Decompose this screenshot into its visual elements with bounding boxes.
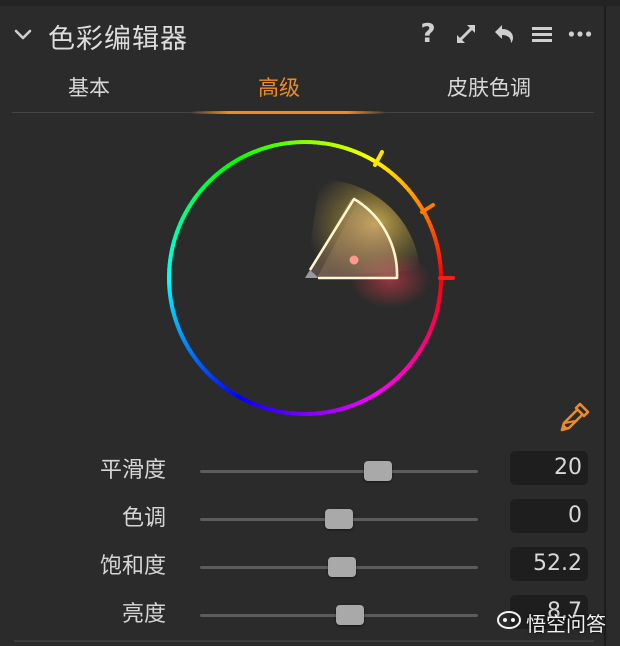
saturation-label: 饱和度: [99, 554, 166, 579]
watermark-text: 悟空问答: [526, 612, 606, 636]
tab-advanced[interactable]: 高级: [258, 72, 300, 102]
header-toolbar: ?: [416, 19, 592, 49]
smoothness-label: 平滑度: [99, 458, 166, 483]
brightness-track[interactable]: [200, 605, 478, 625]
brightness-thumb[interactable]: [336, 605, 365, 625]
color-editor-panel: 色彩编辑器 ? 基本 高级 皮肤色调 平滑度 20 色调 0 饱和度 52.2 …: [0, 0, 620, 646]
tab-bar: 基本 高级 皮肤色调: [12, 66, 594, 114]
slider-row-saturation: 饱和度 52.2: [0, 544, 606, 584]
panel-title: 色彩编辑器: [48, 24, 188, 55]
slider-row-smoothness: 平滑度 20: [0, 448, 606, 488]
hue-track[interactable]: [200, 509, 478, 529]
watermark-logo-icon: [496, 609, 522, 636]
menu-icon[interactable]: [530, 20, 554, 48]
more-icon[interactable]: [568, 20, 592, 48]
smoothness-value[interactable]: 20: [510, 451, 588, 485]
smoothness-track[interactable]: [200, 461, 478, 481]
panel-header: 色彩编辑器 ?: [0, 8, 606, 60]
chevron-down-icon[interactable]: [10, 22, 36, 48]
expand-icon[interactable]: [454, 20, 478, 48]
eyedropper-icon[interactable]: [556, 400, 592, 436]
saturation-track[interactable]: [200, 557, 478, 577]
saturation-thumb[interactable]: [327, 557, 356, 577]
sector-center-handle[interactable]: [349, 255, 359, 265]
reset-icon[interactable]: [492, 20, 516, 48]
brightness-label: 亮度: [121, 602, 166, 627]
tab-skin-tone[interactable]: 皮肤色调: [447, 72, 531, 102]
saturation-value[interactable]: 52.2: [510, 547, 588, 581]
hue-label: 色调: [121, 506, 166, 531]
watermark: 悟空问答: [496, 608, 606, 637]
top-divider: [0, 0, 620, 6]
help-icon[interactable]: ?: [416, 19, 440, 49]
hue-value[interactable]: 0: [510, 499, 588, 533]
bottom-divider: [14, 640, 594, 642]
tab-basic[interactable]: 基本: [68, 72, 110, 102]
color-wheel[interactable]: [150, 130, 460, 430]
hue-thumb[interactable]: [325, 509, 353, 529]
smoothness-thumb[interactable]: [363, 461, 392, 481]
active-tab-indicator: [190, 111, 386, 114]
slider-row-hue: 色调 0: [0, 496, 606, 536]
